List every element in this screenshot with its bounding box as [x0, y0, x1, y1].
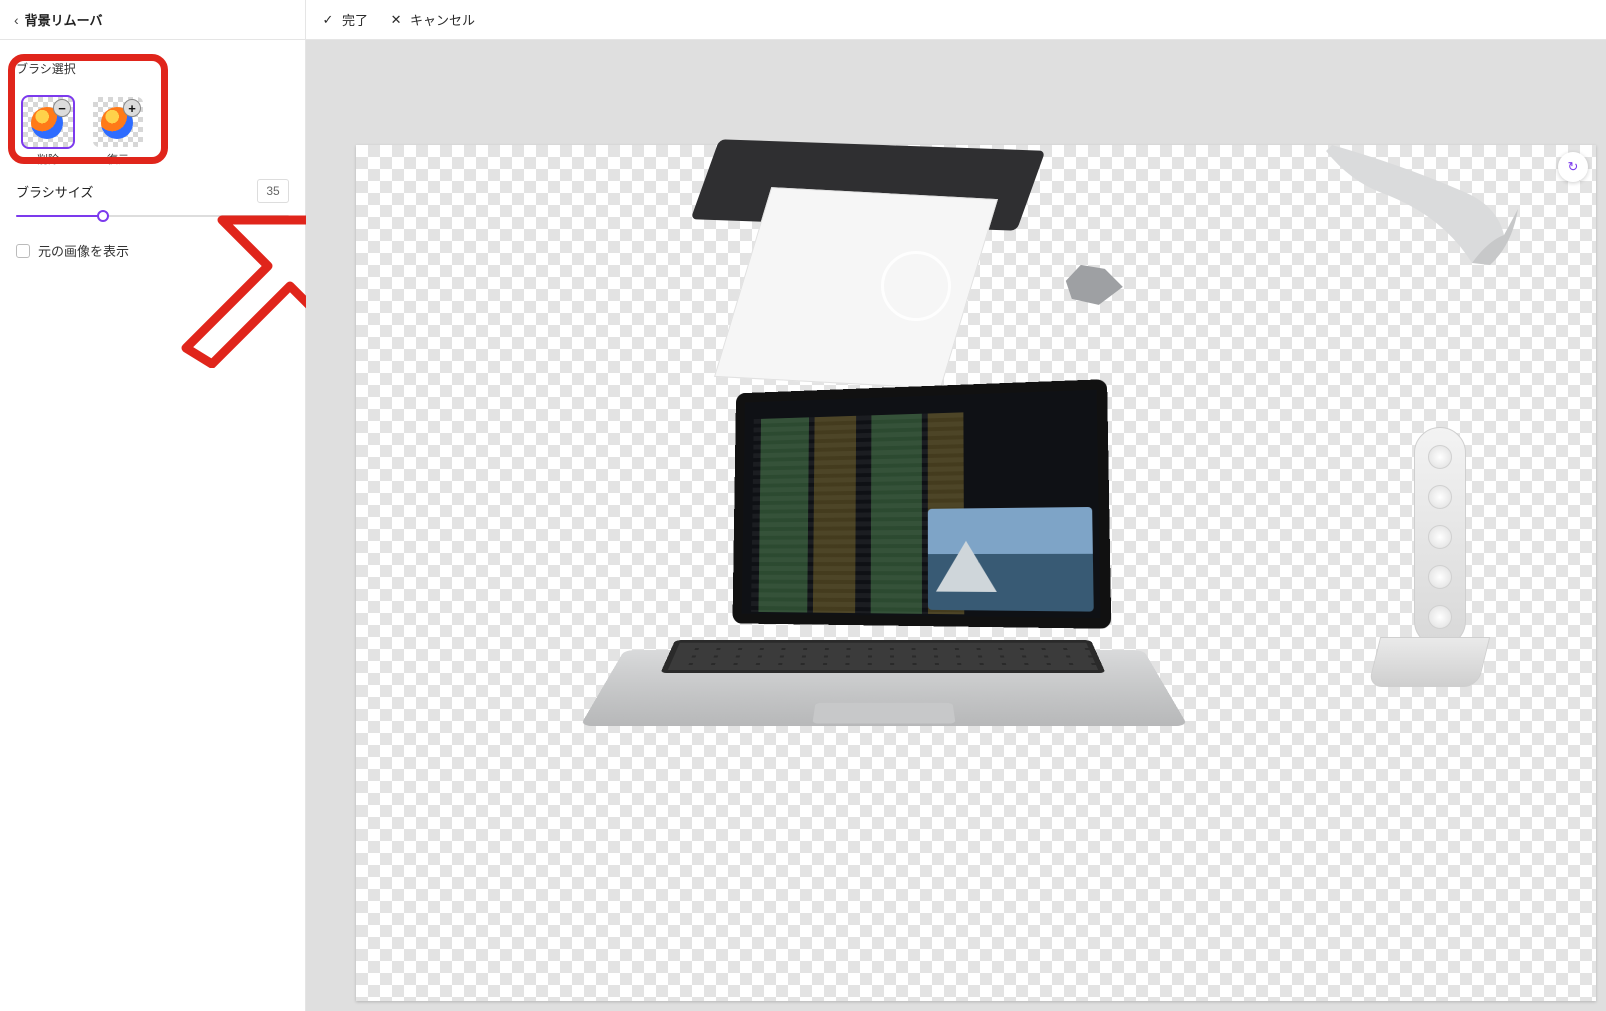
canvas[interactable] — [356, 145, 1596, 1001]
refresh-icon: ↻ — [1568, 159, 1579, 175]
cancel-button[interactable]: ✕ キャンセル — [388, 10, 475, 29]
annotation-arrow-icon — [166, 208, 326, 368]
brush-tile-erase[interactable]: − 削除 — [20, 97, 76, 167]
reset-button[interactable]: ↻ — [1558, 152, 1588, 182]
brush-swatch-erase: − — [23, 97, 73, 147]
done-label: 完了 — [342, 10, 368, 29]
foreground-object-stand — [1374, 427, 1484, 727]
sidebar-body: ブラシ選択 − 削除 + 復元 ブラシサイズ 35 — [0, 40, 305, 260]
foreground-object-blob — [1063, 265, 1123, 305]
brush-tiles: − 削除 + 復元 — [14, 85, 291, 171]
canvas-wrapper: ↻ — [306, 40, 1606, 1011]
foreground-object-laptop — [604, 385, 1164, 805]
section-label-brush: ブラシ選択 — [16, 60, 289, 77]
back-button[interactable]: ‹ 背景リムーバ — [0, 0, 305, 40]
topbar: ✓ 完了 ✕ キャンセル — [306, 0, 1606, 40]
slider-fill — [16, 215, 103, 217]
brush-tile-restore-label: 復元 — [90, 151, 146, 167]
foreground-object-lamp — [1322, 145, 1522, 265]
brush-size-row: ブラシサイズ 35 — [16, 179, 289, 203]
main-area: ✓ 完了 ✕ キャンセル — [306, 0, 1606, 1011]
slider-thumb[interactable] — [97, 210, 109, 222]
close-icon: ✕ — [388, 12, 404, 28]
foreground-object-monitor — [703, 145, 1033, 385]
sidebar: ‹ 背景リムーバ ブラシ選択 − 削除 + 復元 — [0, 0, 306, 1011]
brush-size-slider[interactable] — [16, 209, 289, 223]
checkbox-box-icon — [16, 244, 30, 258]
check-icon: ✓ — [320, 12, 336, 28]
cancel-label: キャンセル — [410, 10, 475, 29]
sidebar-title: 背景リムーバ — [25, 10, 103, 29]
brush-size-label: ブラシサイズ — [16, 182, 247, 201]
minus-icon: − — [53, 99, 71, 117]
show-original-checkbox[interactable]: 元の画像を表示 — [16, 241, 289, 260]
brush-tile-erase-label: 削除 — [20, 151, 76, 167]
plus-icon: + — [123, 99, 141, 117]
brush-tile-restore[interactable]: + 復元 — [90, 97, 146, 167]
done-button[interactable]: ✓ 完了 — [320, 10, 368, 29]
brush-swatch-restore: + — [93, 97, 143, 147]
brush-size-value[interactable]: 35 — [257, 179, 289, 203]
chevron-left-icon: ‹ — [14, 12, 19, 28]
brush-cursor-ring-icon — [881, 251, 951, 321]
show-original-label: 元の画像を表示 — [38, 241, 129, 260]
